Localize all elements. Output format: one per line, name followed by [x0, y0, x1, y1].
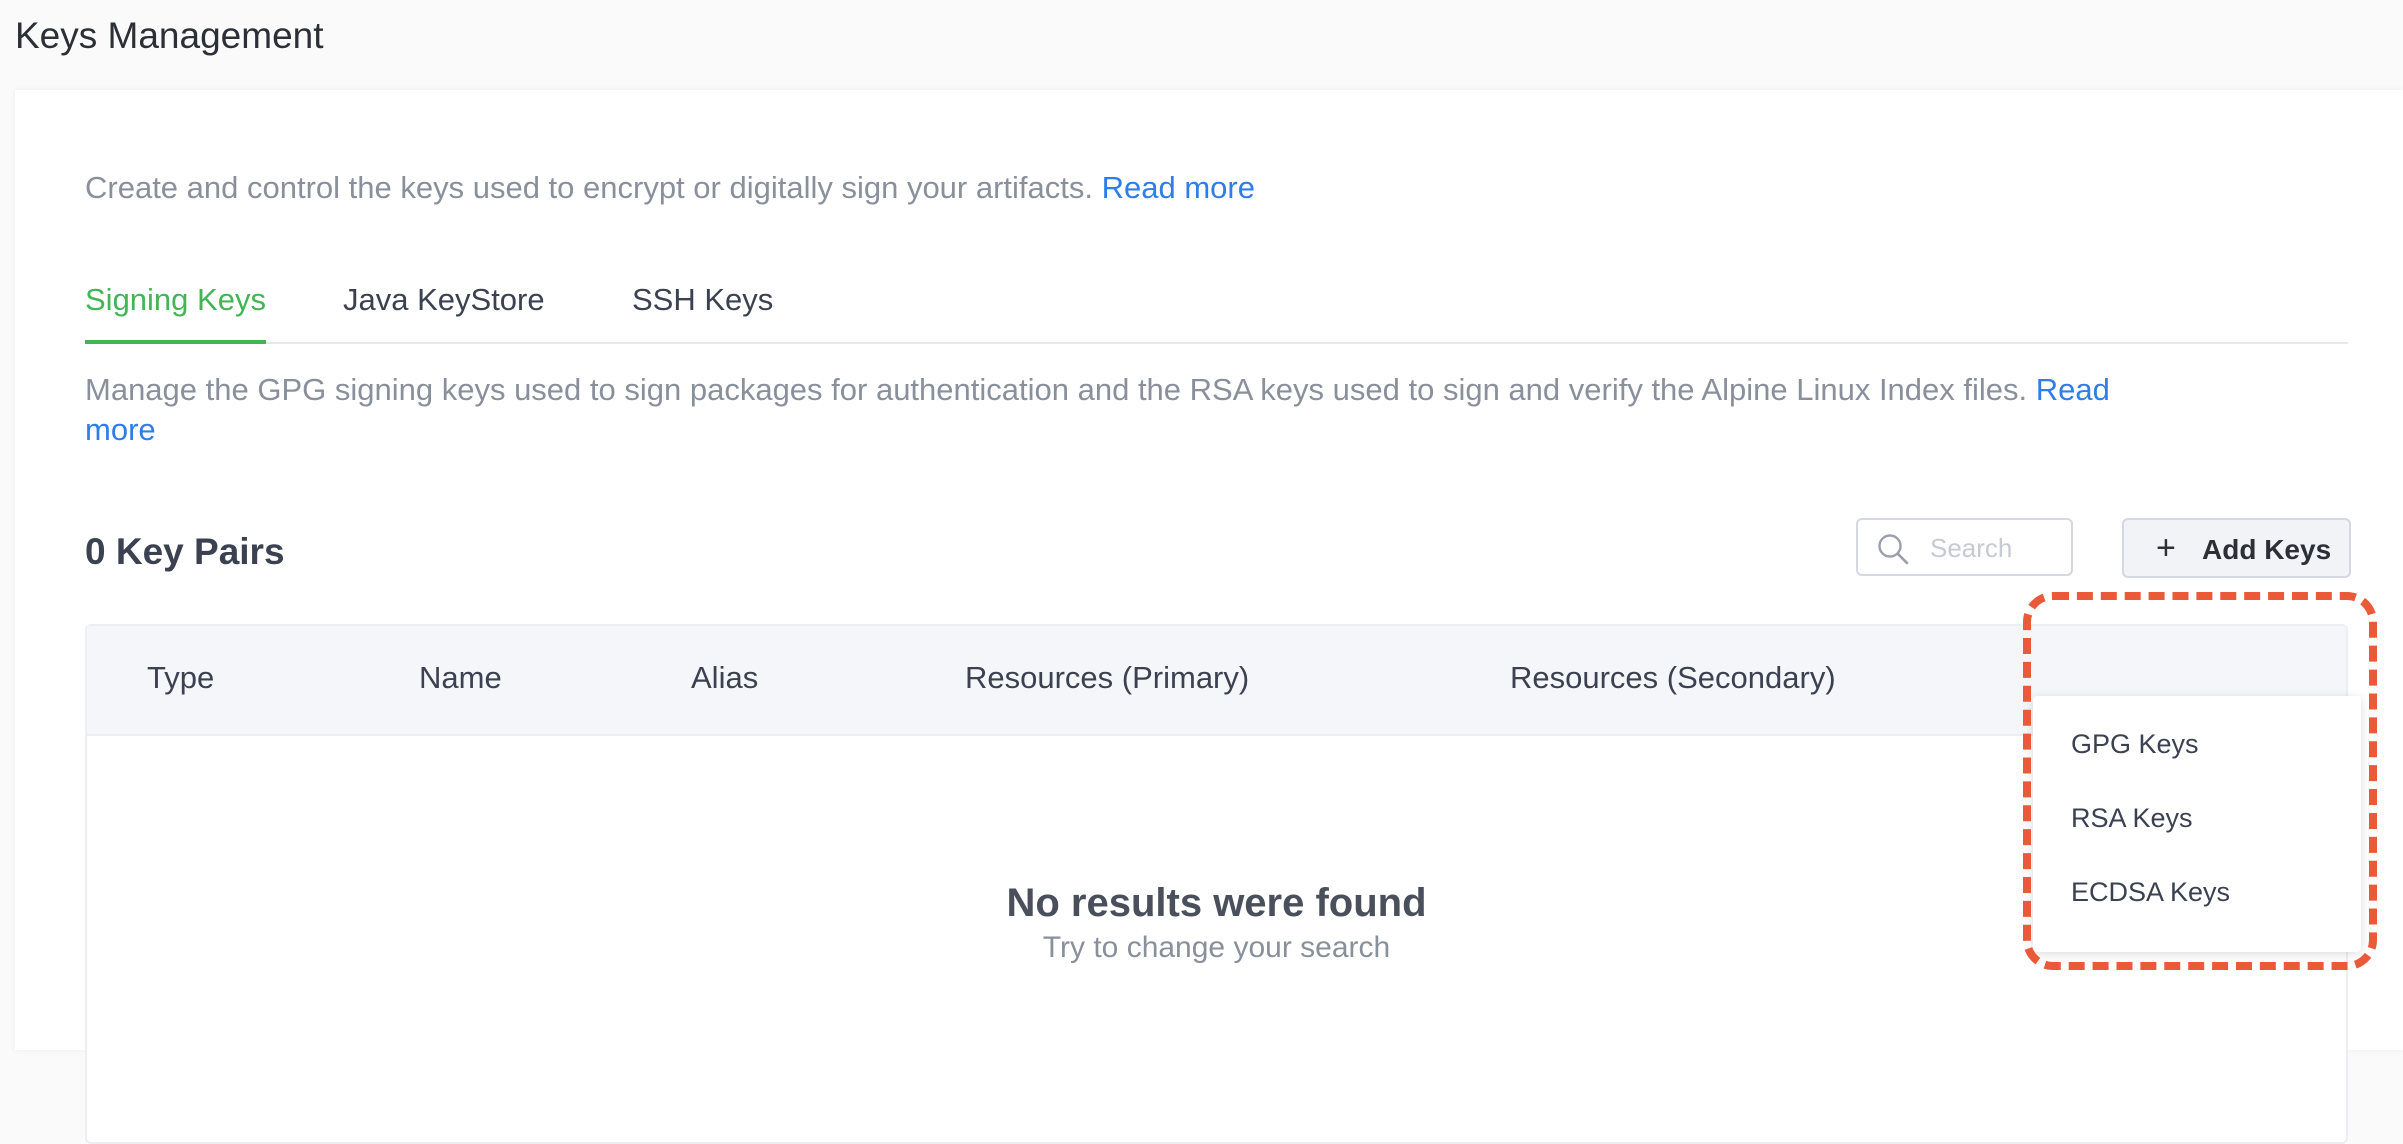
- table-header: Type Name Alias Resources (Primary) Reso…: [87, 626, 2346, 736]
- menu-item-rsa-keys[interactable]: RSA Keys: [2033, 786, 2361, 850]
- column-header-name[interactable]: Name: [419, 656, 502, 700]
- column-header-type[interactable]: Type: [147, 656, 214, 700]
- search-box[interactable]: [1856, 518, 2073, 576]
- menu-item-ecdsa-keys[interactable]: ECDSA Keys: [2033, 860, 2361, 924]
- plus-icon: +: [2156, 529, 2176, 567]
- column-header-resources-primary[interactable]: Resources (Primary): [965, 656, 1249, 700]
- intro-text: Create and control the keys used to encr…: [85, 166, 1255, 210]
- key-pairs-count: 0 Key Pairs: [85, 531, 285, 572]
- tab-java-keystore[interactable]: Java KeyStore: [343, 270, 545, 330]
- tab-description-text: Manage the GPG signing keys used to sign…: [85, 372, 2028, 407]
- intro-description: Create and control the keys used to encr…: [85, 170, 1093, 205]
- search-input[interactable]: [1928, 526, 2062, 570]
- add-keys-dropdown-menu: GPG Keys RSA Keys ECDSA Keys: [2033, 696, 2361, 952]
- column-header-alias[interactable]: Alias: [691, 656, 758, 700]
- tab-description: Manage the GPG signing keys used to sign…: [85, 370, 2185, 450]
- key-type-tabs: Signing Keys Java KeyStore SSH Keys: [85, 270, 2348, 344]
- empty-state-subtitle: Try to change your search: [1042, 931, 1391, 964]
- key-pairs-table: Type Name Alias Resources (Primary) Reso…: [85, 624, 2348, 1144]
- menu-item-gpg-keys[interactable]: GPG Keys: [2033, 712, 2361, 776]
- search-icon: [1878, 534, 1909, 565]
- column-header-resources-secondary[interactable]: Resources (Secondary): [1510, 656, 1836, 700]
- intro-read-more-link[interactable]: Read more: [1102, 170, 1255, 205]
- tab-signing-keys[interactable]: Signing Keys: [85, 270, 266, 344]
- add-keys-label: Add Keys: [2202, 534, 2332, 565]
- keys-management-panel: Create and control the keys used to encr…: [15, 90, 2403, 1144]
- add-keys-button[interactable]: + Add Keys: [2122, 518, 2351, 578]
- page-title: Keys Management: [15, 15, 324, 56]
- empty-state-title: No results were found: [1006, 881, 1427, 925]
- tab-ssh-keys[interactable]: SSH Keys: [632, 270, 773, 330]
